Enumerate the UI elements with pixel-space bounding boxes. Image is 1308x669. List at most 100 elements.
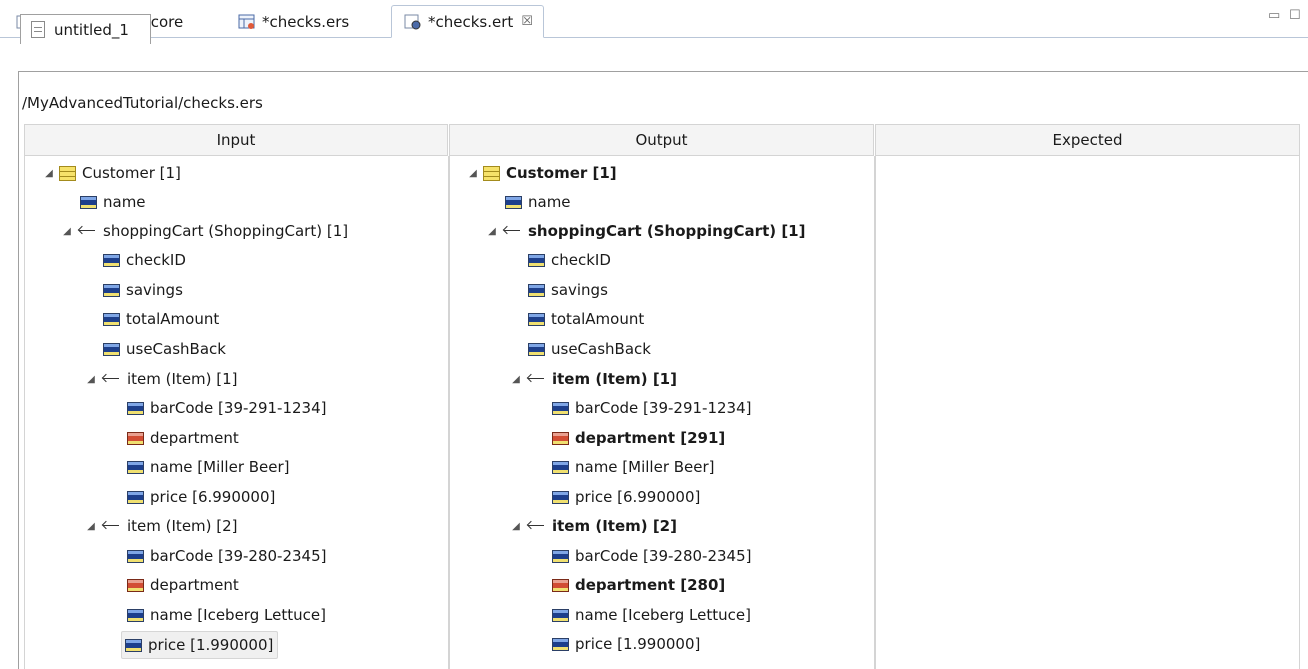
reference-icon <box>101 520 121 532</box>
node-label: name [Iceberg Lettuce] <box>150 606 326 624</box>
node-label: barCode [39-291-1234] <box>150 399 327 417</box>
column-header-output[interactable]: Output <box>449 124 874 156</box>
expand-arrow-icon[interactable]: ◢ <box>84 521 98 532</box>
tree-node-item2-price-selected[interactable]: price [1.990000] <box>121 631 279 659</box>
node-label: department <box>150 576 239 594</box>
tree-node-name[interactable]: name <box>80 189 146 215</box>
node-label: price [1.990000] <box>148 636 274 654</box>
tree-node-item2-barcode[interactable]: barCode [39-280-2345] <box>127 543 326 569</box>
node-label: item (Item) [1] <box>552 370 677 388</box>
tree-node-checkid[interactable]: checkID <box>103 247 186 273</box>
tree-node-item-2[interactable]: ◢ item (Item) [2] <box>509 513 677 539</box>
attribute-icon <box>528 312 545 326</box>
node-label: useCashBack <box>126 340 226 358</box>
node-label: barCode [39-280-2345] <box>150 547 327 565</box>
node-label: item (Item) [1] <box>127 370 238 388</box>
tree-node-item2-department[interactable]: department <box>127 572 239 598</box>
attribute-icon <box>528 283 545 297</box>
tree-node-item-1[interactable]: ◢ item (Item) [1] <box>509 366 677 392</box>
tree-node-checkid[interactable]: checkID <box>528 247 611 273</box>
expand-arrow-icon[interactable]: ◢ <box>509 374 523 385</box>
changed-attribute-icon <box>127 578 144 592</box>
attribute-icon <box>127 608 144 622</box>
tree-node-item2-department[interactable]: department [280] <box>552 572 725 598</box>
tree-node-customer[interactable]: ◢ Customer [1] <box>466 160 617 186</box>
attribute-icon <box>528 253 545 267</box>
tree-node-savings[interactable]: savings <box>528 277 608 303</box>
node-label: barCode [39-291-1234] <box>575 399 752 417</box>
attribute-icon <box>552 460 569 474</box>
class-icon <box>483 165 500 181</box>
tree-node-shopping-cart[interactable]: ◢ shoppingCart (ShoppingCart) [1] <box>60 218 348 244</box>
document-icon <box>31 21 45 38</box>
tree-node-item1-barcode[interactable]: barCode [39-291-1234] <box>552 395 751 421</box>
attribute-icon <box>528 342 545 356</box>
node-label: totalAmount <box>551 310 645 328</box>
node-label: shoppingCart (ShoppingCart) [1] <box>528 222 806 240</box>
tree-node-item1-barcode[interactable]: barCode [39-291-1234] <box>127 395 326 421</box>
attribute-icon <box>125 638 142 652</box>
tree-node-item1-department[interactable]: department <box>127 425 239 451</box>
changed-attribute-icon <box>127 431 144 445</box>
tab-label: untitled_1 <box>54 20 129 39</box>
changed-attribute-icon <box>552 578 569 592</box>
expand-arrow-icon[interactable]: ◢ <box>84 374 98 385</box>
node-label: barCode [39-280-2345] <box>575 547 752 565</box>
maximize-icon[interactable]: ☐ <box>1289 8 1301 23</box>
attribute-icon <box>552 608 569 622</box>
tab-checks-ert[interactable]: *checks.ert ☒ <box>391 5 544 38</box>
tree-node-item2-barcode[interactable]: barCode [39-280-2345] <box>552 543 751 569</box>
close-tab-icon[interactable]: ☒ <box>521 14 533 29</box>
node-label: shoppingCart (ShoppingCart) [1] <box>103 222 349 240</box>
tree-node-item-2[interactable]: ◢ item (Item) [2] <box>84 513 237 539</box>
tab-checks-ers[interactable]: *checks.ers <box>226 6 381 37</box>
expand-arrow-icon[interactable]: ◢ <box>60 226 74 237</box>
tab-untitled-1[interactable]: untitled_1 <box>20 14 151 44</box>
tree-node-item2-name[interactable]: name [Iceberg Lettuce] <box>127 602 326 628</box>
column-header-expected[interactable]: Expected <box>875 124 1300 156</box>
tab-label: *checks.ert <box>428 12 514 31</box>
tree-node-customer[interactable]: ◢ Customer [1] <box>42 160 181 186</box>
tree-node-item1-department[interactable]: department [291] <box>552 425 725 451</box>
expand-arrow-icon[interactable]: ◢ <box>485 226 499 237</box>
column-header-input[interactable]: Input <box>24 124 448 156</box>
attribute-icon <box>103 312 120 326</box>
tree-node-totalamount[interactable]: totalAmount <box>528 306 644 332</box>
attribute-icon <box>552 637 569 651</box>
node-label: checkID <box>126 251 186 269</box>
attribute-icon <box>103 253 120 267</box>
tree-node-item2-price[interactable]: price [1.990000] <box>552 631 700 657</box>
tree-node-item1-price[interactable]: price [6.990000] <box>552 484 700 510</box>
tree-node-totalamount[interactable]: totalAmount <box>103 306 219 332</box>
rule-test-icon <box>404 13 422 31</box>
node-label: name <box>528 193 571 211</box>
tree-node-item1-name[interactable]: name [Miller Beer] <box>552 454 715 480</box>
tree-node-item-1[interactable]: ◢ item (Item) [1] <box>84 366 238 392</box>
node-label: price [6.990000] <box>150 488 276 506</box>
attribute-icon <box>552 401 569 415</box>
expand-arrow-icon[interactable]: ◢ <box>509 521 523 532</box>
tree-node-name[interactable]: name <box>505 189 571 215</box>
node-label: name [Iceberg Lettuce] <box>575 606 751 624</box>
expand-arrow-icon[interactable]: ◢ <box>42 168 56 179</box>
node-label: useCashBack <box>551 340 651 358</box>
expand-arrow-icon[interactable]: ◢ <box>466 168 480 179</box>
tree-node-item1-price[interactable]: price [6.990000] <box>127 484 275 510</box>
attribute-icon <box>80 195 97 209</box>
node-label: Customer [1] <box>82 164 181 182</box>
tree-node-usecashback[interactable]: useCashBack <box>528 336 651 362</box>
node-label: name [Miller Beer] <box>575 458 715 476</box>
ruleset-icon <box>238 13 256 31</box>
tree-node-usecashback[interactable]: useCashBack <box>103 336 226 362</box>
minimize-icon[interactable]: ▭ <box>1268 8 1280 23</box>
tree-node-item2-name[interactable]: name [Iceberg Lettuce] <box>552 602 751 628</box>
attribute-icon <box>103 342 120 356</box>
tree-node-item1-name[interactable]: name [Miller Beer] <box>127 454 290 480</box>
reference-icon <box>101 373 121 385</box>
node-label: savings <box>551 281 608 299</box>
attribute-icon <box>103 283 120 297</box>
attribute-icon <box>505 195 522 209</box>
attribute-icon <box>127 490 144 504</box>
tree-node-savings[interactable]: savings <box>103 277 183 303</box>
tree-node-shopping-cart[interactable]: ◢ shoppingCart (ShoppingCart) [1] <box>485 218 805 244</box>
